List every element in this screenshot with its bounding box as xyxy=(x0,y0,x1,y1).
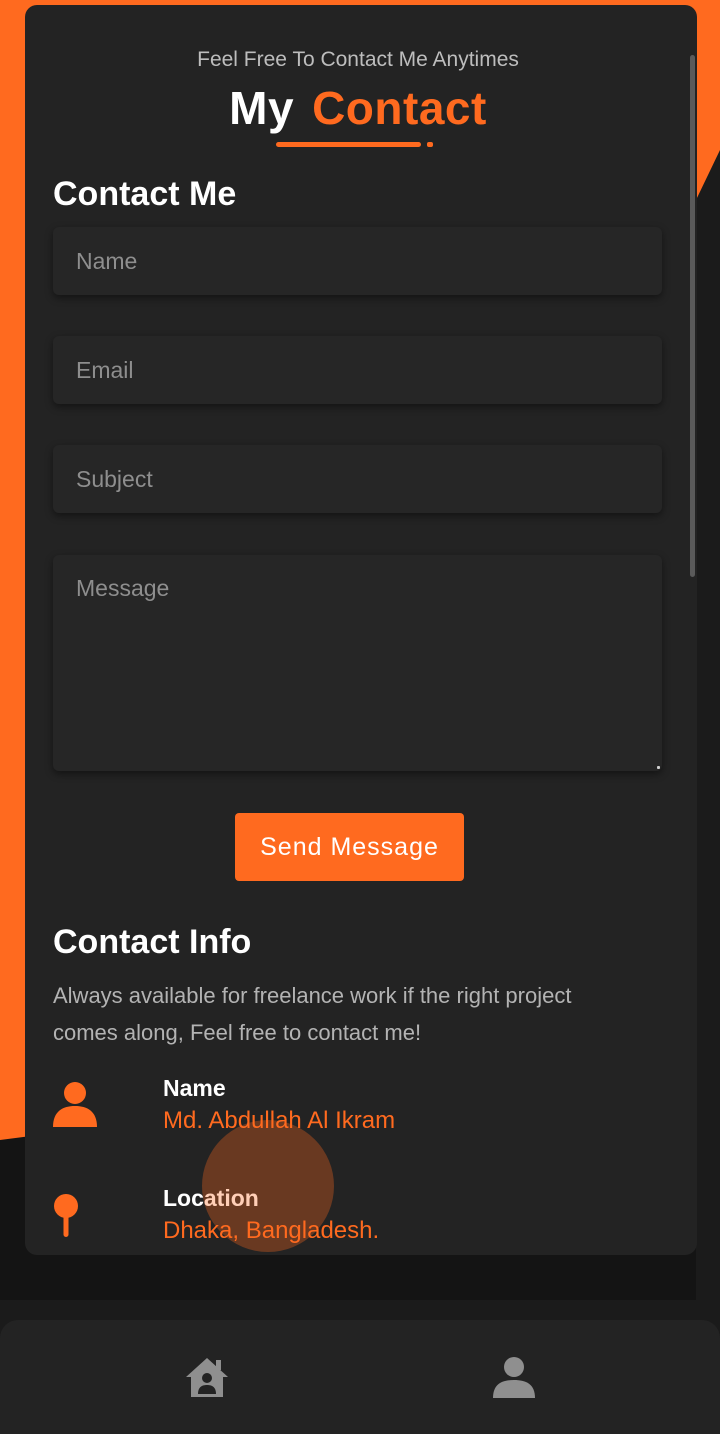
name-input[interactable] xyxy=(53,227,662,295)
message-input[interactable] xyxy=(53,555,662,771)
map-pin-icon xyxy=(53,1193,79,1244)
touch-ripple xyxy=(202,1120,334,1252)
resize-handle-icon[interactable] xyxy=(657,766,660,769)
contact-info-heading: Contact Info xyxy=(53,923,252,961)
contact-info-description: Always available for freelance work if t… xyxy=(53,983,572,1045)
user-icon xyxy=(53,1081,97,1132)
send-message-button[interactable]: Send Message xyxy=(235,813,464,881)
subject-input[interactable] xyxy=(53,445,662,513)
title-underline xyxy=(276,142,421,147)
name-field[interactable] xyxy=(53,227,662,295)
contact-me-heading: Contact Me xyxy=(53,175,237,213)
bottom-nav-bar xyxy=(0,1320,720,1434)
contact-card[interactable]: Feel Free To Contact Me Anytimes My Conta… xyxy=(25,5,697,1255)
profile-icon[interactable] xyxy=(493,1356,535,1403)
subject-field[interactable] xyxy=(53,445,662,513)
scrollbar[interactable] xyxy=(690,55,695,577)
info-item-name: Name Md. Abdullah Al Ikram xyxy=(53,1075,653,1135)
email-field[interactable] xyxy=(53,336,662,404)
title-underline-dot xyxy=(427,142,433,147)
title-word-contact: Contact xyxy=(312,82,487,134)
info-label-name: Name xyxy=(163,1075,226,1101)
page-title: My Contact xyxy=(25,81,691,135)
info-item-location: Location Dhaka, Bangladesh. xyxy=(53,1185,653,1245)
email-input[interactable] xyxy=(53,336,662,404)
home-icon[interactable] xyxy=(185,1356,229,1403)
title-word-my: My xyxy=(229,82,295,134)
message-field[interactable] xyxy=(53,555,662,771)
section-subtitle: Feel Free To Contact Me Anytimes xyxy=(197,48,519,71)
